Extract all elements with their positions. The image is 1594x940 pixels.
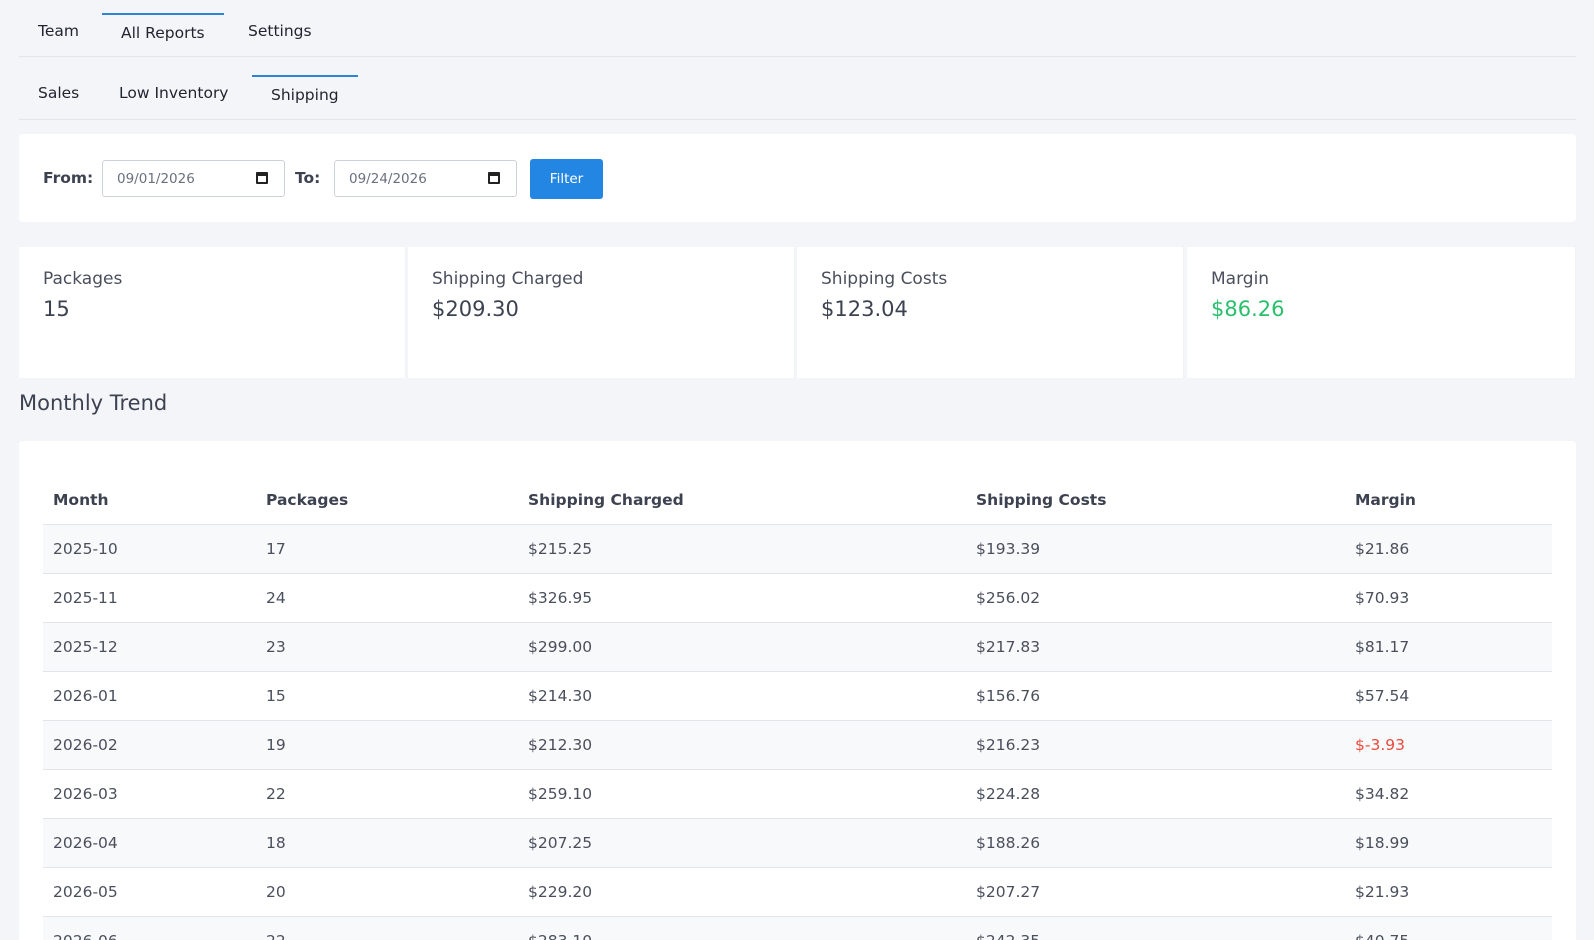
cell-month: 2025-11: [43, 573, 256, 623]
tab-shipping[interactable]: Shipping: [252, 75, 358, 104]
tab-sales[interactable]: Sales: [38, 84, 79, 102]
cell-packages: 19: [256, 720, 518, 770]
cell-month: 2025-12: [43, 622, 256, 672]
column-header-month[interactable]: Month: [43, 475, 256, 525]
cell-month: 2026-06: [43, 916, 256, 940]
cell-margin: $18.99: [1345, 818, 1552, 868]
table-row: 2026-02 19 $212.30 $216.23 $-3.93: [43, 720, 1552, 770]
table-row: 2025-12 23 $299.00 $217.83 $81.17: [43, 622, 1552, 672]
tab-settings[interactable]: Settings: [248, 22, 312, 40]
table-row: 2025-10 17 $215.25 $193.39 $21.86: [43, 524, 1552, 574]
cell-packages: 22: [256, 916, 518, 940]
column-header-margin[interactable]: Margin: [1345, 475, 1552, 525]
cell-shipping-costs: $156.76: [966, 671, 1345, 721]
cell-shipping-costs: $207.27: [966, 867, 1345, 917]
cell-margin: $21.93: [1345, 867, 1552, 917]
table-row: 2025-11 24 $326.95 $256.02 $70.93: [43, 573, 1552, 623]
tab-team[interactable]: Team: [38, 22, 79, 40]
cell-month: 2026-02: [43, 720, 256, 770]
stat-label: Shipping Charged: [432, 269, 584, 289]
monthly-trend-card: Month Packages Shipping Charged Shipping…: [19, 441, 1576, 940]
stat-card-packages: Packages 15: [19, 247, 406, 378]
cell-packages: 24: [256, 573, 518, 623]
section-title-monthly-trend: Monthly Trend: [19, 391, 168, 415]
date-filter-card: From: 09/01/2026 To: 09/24/2026 Filter: [19, 134, 1576, 222]
filter-button[interactable]: Filter: [530, 159, 603, 199]
cell-packages: 22: [256, 769, 518, 819]
cell-packages: 18: [256, 818, 518, 868]
cell-margin: $81.17: [1345, 622, 1552, 672]
stat-card-shipping-charged: Shipping Charged $209.30: [408, 247, 795, 378]
from-label: From:: [43, 169, 94, 187]
table-header-row: Month Packages Shipping Charged Shipping…: [43, 475, 1552, 525]
cell-month: 2026-03: [43, 769, 256, 819]
calendar-icon[interactable]: [488, 172, 500, 184]
cell-packages: 15: [256, 671, 518, 721]
column-header-shipping-costs[interactable]: Shipping Costs: [966, 475, 1345, 525]
from-date-value: 09/01/2026: [117, 171, 195, 187]
cell-shipping-charged: $207.25: [518, 818, 966, 868]
shipping-report-page: Team All Reports Settings Sales Low Inve…: [0, 0, 1594, 940]
stat-card-shipping-costs: Shipping Costs $123.04: [797, 247, 1184, 378]
stat-label: Shipping Costs: [821, 269, 948, 289]
cell-margin: $57.54: [1345, 671, 1552, 721]
cell-shipping-costs: $242.35: [966, 916, 1345, 940]
cell-month: 2025-10: [43, 524, 256, 574]
cell-margin-negative: $-3.93: [1345, 720, 1552, 770]
to-date-input[interactable]: 09/24/2026: [334, 160, 517, 197]
cell-shipping-charged: $299.00: [518, 622, 966, 672]
cell-shipping-costs: $188.26: [966, 818, 1345, 868]
to-label: To:: [295, 169, 321, 187]
column-header-packages[interactable]: Packages: [256, 475, 518, 525]
cell-shipping-costs: $217.83: [966, 622, 1345, 672]
stat-value: $123.04: [821, 297, 908, 321]
tab-low-inventory[interactable]: Low Inventory: [119, 84, 228, 102]
column-header-shipping-charged[interactable]: Shipping Charged: [518, 475, 966, 525]
cell-shipping-charged: $259.10: [518, 769, 966, 819]
cell-shipping-charged: $214.30: [518, 671, 966, 721]
table-row: 2026-05 20 $229.20 $207.27 $21.93: [43, 867, 1552, 917]
stat-label: Packages: [43, 269, 123, 289]
stat-value-margin: $86.26: [1211, 297, 1285, 321]
cell-margin: $34.82: [1345, 769, 1552, 819]
table-row: 2026-03 22 $259.10 $224.28 $34.82: [43, 769, 1552, 819]
cell-shipping-charged: $229.20: [518, 867, 966, 917]
cell-month: 2026-01: [43, 671, 256, 721]
monthly-trend-table: Month Packages Shipping Charged Shipping…: [43, 475, 1552, 940]
cell-margin: $40.75: [1345, 916, 1552, 940]
top-tab-bar: Team All Reports Settings: [19, 0, 1576, 57]
main-content: Team All Reports Settings Sales Low Inve…: [19, 0, 1576, 940]
cell-shipping-costs: $216.23: [966, 720, 1345, 770]
cell-month: 2026-05: [43, 867, 256, 917]
from-date-input[interactable]: 09/01/2026: [102, 160, 285, 197]
calendar-icon[interactable]: [256, 172, 268, 184]
cell-shipping-costs: $193.39: [966, 524, 1345, 574]
table-row: 2026-06 22 $283.10 $242.35 $40.75: [43, 916, 1552, 940]
table-row: 2026-04 18 $207.25 $188.26 $18.99: [43, 818, 1552, 868]
cell-shipping-charged: $215.25: [518, 524, 966, 574]
cell-packages: 23: [256, 622, 518, 672]
sub-tab-bar: Sales Low Inventory Shipping: [19, 57, 1576, 120]
cell-shipping-charged: $212.30: [518, 720, 966, 770]
cell-packages: 17: [256, 524, 518, 574]
cell-shipping-costs: $224.28: [966, 769, 1345, 819]
cell-month: 2026-04: [43, 818, 256, 868]
cell-packages: 20: [256, 867, 518, 917]
cell-shipping-charged: $283.10: [518, 916, 966, 940]
stat-card-margin: Margin $86.26: [1187, 247, 1576, 378]
cell-margin: $70.93: [1345, 573, 1552, 623]
cell-shipping-costs: $256.02: [966, 573, 1345, 623]
table-row: 2026-01 15 $214.30 $156.76 $57.54: [43, 671, 1552, 721]
stat-value: 15: [43, 297, 70, 321]
stat-label: Margin: [1211, 269, 1270, 289]
cell-margin: $21.86: [1345, 524, 1552, 574]
cell-shipping-charged: $326.95: [518, 573, 966, 623]
stat-value: $209.30: [432, 297, 519, 321]
tab-all-reports[interactable]: All Reports: [102, 13, 224, 42]
to-date-value: 09/24/2026: [349, 171, 427, 187]
